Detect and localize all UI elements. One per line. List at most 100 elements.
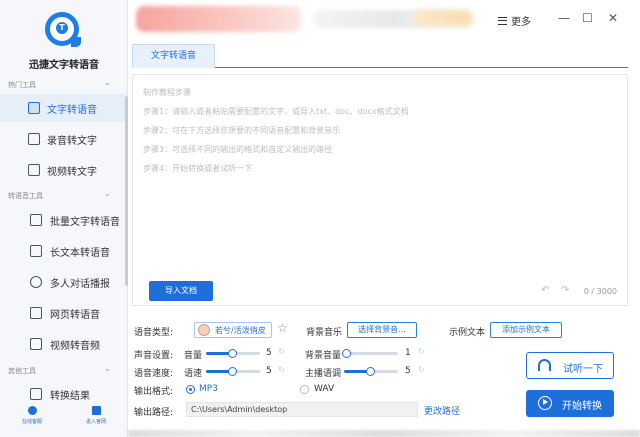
sidebar-item-label: 视频转音频 — [50, 340, 100, 352]
slider-label: 语速 — [184, 369, 203, 379]
import-document-button[interactable]: 导入文档 — [149, 281, 213, 301]
minimize-button[interactable]: — — [558, 11, 570, 25]
add-example-text-button[interactable]: 添加示例文本 — [490, 322, 562, 338]
sidebar-item-label: 转换结果 — [50, 390, 90, 402]
blurred-footer — [128, 430, 640, 437]
slider-knob — [342, 349, 351, 358]
sidebar-item-label: 长文本转语音 — [50, 247, 110, 259]
headphones-icon — [538, 359, 551, 371]
voice-avatar-icon — [198, 324, 210, 336]
tab-bar: 文字转语音 — [132, 44, 628, 68]
wav-label: WAV — [314, 384, 335, 394]
sidebar-bottom-links: 在线客服 进入官网 — [0, 402, 128, 437]
sidebar-item-recording-to-text[interactable]: 录音转文字 — [0, 125, 127, 153]
sidebar-item-dialogue-broadcast[interactable]: 多人对话播报 — [0, 268, 127, 296]
menu-icon — [498, 16, 507, 25]
sidebar-item-webpage-tts[interactable]: 网页转语音 — [0, 299, 127, 327]
group-label-other: 其他工具 — [8, 367, 36, 375]
batch-icon — [30, 214, 42, 226]
reset-icon[interactable]: ↻ — [278, 347, 285, 356]
start-convert-button[interactable]: 开始转换 — [526, 390, 614, 417]
bgm-volume-value: 1 — [405, 348, 411, 358]
pitch-slider[interactable] — [344, 367, 398, 376]
speed-value: 5 — [266, 366, 272, 376]
placeholder-line: 步骤2：可在下方选择您想要的不同语音配置和背景音乐 — [143, 126, 341, 135]
app-logo-icon: T — [45, 12, 81, 47]
voice-select-button[interactable]: 若兮/活泼俏皮 — [194, 322, 272, 338]
results-icon — [30, 388, 42, 400]
sidebar-item-label: 批量文字转语音 — [50, 216, 120, 228]
group-label-hot: 热门工具 — [8, 81, 36, 89]
placeholder-line: 步骤3：可选择不同的输出的格式和自定义输出的路径 — [143, 145, 333, 154]
mp3-radio[interactable] — [186, 385, 195, 394]
slider-label: 音量 — [184, 351, 203, 361]
group-label-tts: 转语音工具 — [8, 192, 43, 200]
slider-knob — [366, 367, 375, 376]
maximize-button[interactable]: ☐ — [582, 11, 593, 25]
slider-label: 背景音量 — [305, 351, 342, 361]
volume-value: 5 — [266, 348, 272, 358]
app-name: 迅捷文字转语音 — [29, 60, 99, 71]
sidebar-scrollbar[interactable] — [125, 96, 128, 286]
slider-label: 主播语调 — [305, 369, 342, 379]
collapse-chevron-icon[interactable]: ⌄ — [104, 189, 111, 198]
sidebar-item-label: 文字转语音 — [47, 104, 97, 116]
output-path-label: 输出路径: — [134, 408, 174, 418]
reset-icon[interactable]: ↻ — [418, 347, 425, 356]
sidebar-item-long-text-tts[interactable]: 长文本转语音 — [0, 237, 127, 265]
text-to-speech-icon — [28, 102, 40, 114]
app-window: T 迅捷文字转语音 热门工具 ⌄ 文字转语音 录音转文字 视频转文字 转语音工具… — [0, 0, 640, 437]
example-text-label: 示例文本 — [449, 328, 486, 338]
placeholder-line: 步骤1：请输入或者粘贴需要配置的文字，或导入txt、doc、docx格式文档 — [143, 107, 409, 116]
people-icon — [30, 276, 42, 288]
sidebar-item-label: 网页转语音 — [50, 309, 100, 321]
collapse-chevron-icon[interactable]: ⌄ — [104, 78, 111, 87]
listen-button[interactable]: 试听一下 — [526, 352, 614, 379]
reset-icon[interactable]: ↻ — [278, 365, 285, 374]
volume-slider[interactable] — [206, 349, 260, 358]
tab-text-to-speech[interactable]: 文字转语音 — [132, 44, 215, 68]
official-site-link[interactable]: 进入官网 — [76, 406, 116, 425]
online-service-link[interactable]: 在线客服 — [12, 406, 52, 425]
bgm-volume-slider[interactable] — [342, 349, 398, 358]
more-menu-button[interactable]: 更多 — [498, 13, 531, 28]
monitor-icon — [91, 406, 101, 415]
voice-type-label: 语音类型: — [134, 328, 174, 338]
blurred-banner — [136, 6, 301, 32]
change-path-link[interactable]: 更改路径 — [424, 404, 460, 417]
blurred-banner — [413, 10, 473, 26]
sidebar-item-video-to-text[interactable]: 视频转文字 — [0, 156, 127, 184]
headset-icon — [27, 406, 37, 415]
redo-icon[interactable]: ↷ — [561, 285, 569, 296]
pitch-value: 5 — [405, 366, 411, 376]
bgm-label: 背景音乐 — [306, 328, 343, 338]
video-audio-icon — [30, 338, 42, 350]
output-format-label: 输出格式: — [134, 387, 174, 397]
sidebar: T 迅捷文字转语音 热门工具 ⌄ 文字转语音 录音转文字 视频转文字 转语音工具… — [0, 0, 128, 437]
sidebar-item-batch-tts[interactable]: 批量文字转语音 — [0, 206, 127, 234]
video-icon — [28, 164, 40, 176]
speed-settings-label: 语音速度: — [134, 369, 174, 379]
speed-slider[interactable] — [206, 367, 260, 376]
favorite-star-icon[interactable]: ☆ — [277, 321, 288, 335]
sidebar-item-label: 录音转文字 — [47, 135, 97, 147]
select-bgm-button[interactable]: 选择背景音... — [347, 322, 417, 338]
placeholder-line: 步骤4：开始转换或者试听一下 — [143, 164, 253, 173]
wav-radio[interactable] — [300, 385, 309, 394]
output-path-field[interactable]: C:\Users\Admin\desktop — [186, 402, 418, 417]
close-button[interactable]: ✕ — [608, 11, 618, 25]
undo-icon[interactable]: ↶ — [541, 285, 549, 296]
document-icon — [30, 245, 42, 257]
sidebar-item-label: 视频转文字 — [47, 166, 97, 178]
sidebar-item-label: 多人对话播报 — [50, 278, 110, 290]
reset-icon[interactable]: ↻ — [418, 365, 425, 374]
webpage-icon — [30, 307, 42, 319]
slider-knob — [228, 349, 237, 358]
sidebar-item-video-to-audio[interactable]: 视频转音频 — [0, 330, 127, 358]
text-editor[interactable]: 制作教程步骤 步骤1：请输入或者粘贴需要配置的文字，或导入txt、doc、doc… — [132, 74, 628, 306]
char-counter: 0 / 3000 — [583, 287, 617, 296]
mp3-label: MP3 — [199, 384, 218, 394]
collapse-chevron-icon[interactable]: ⌄ — [104, 364, 111, 373]
sidebar-item-text-to-speech[interactable]: 文字转语音 — [0, 94, 127, 122]
microphone-icon — [28, 133, 40, 145]
